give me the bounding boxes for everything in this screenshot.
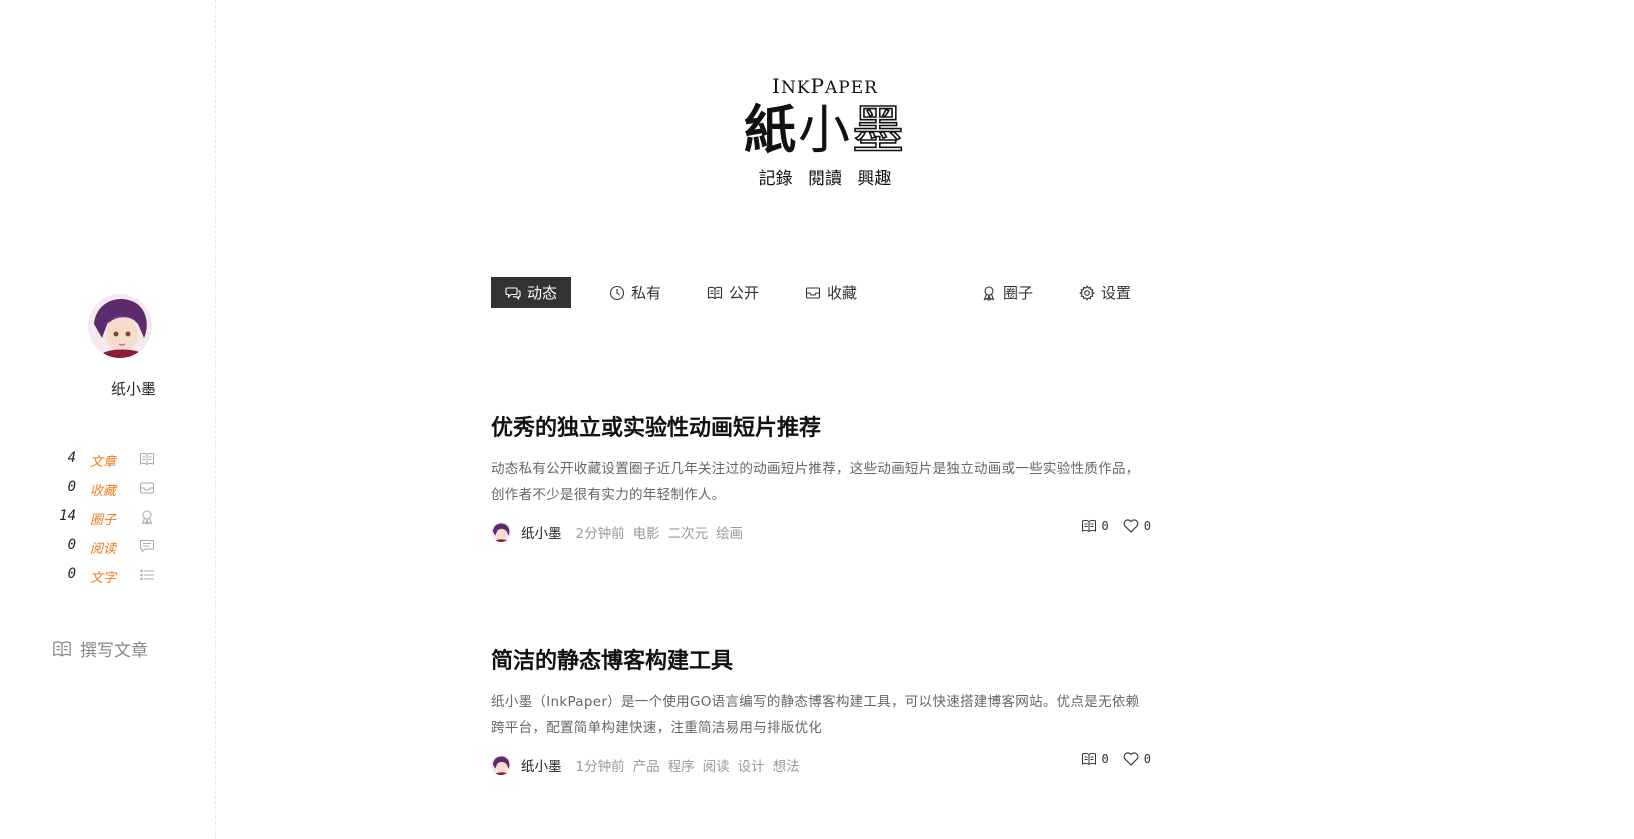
post-time: 1分钟前 <box>575 759 625 775</box>
tab-label: 私有 <box>631 284 662 302</box>
site-logo[interactable]: INKPAPER 紙小墨 記錄 閱讀 興趣 <box>740 74 910 189</box>
clock-icon <box>609 285 625 300</box>
post-title[interactable]: 简洁的静态博客构建工具 <box>491 647 1151 677</box>
stat-count: 0 <box>67 566 76 582</box>
post-meta: 纸小墨 2分钟前 电影 二次元 绘画 0 0 <box>491 518 1151 544</box>
stat-count: 14 <box>59 508 76 524</box>
post-tag[interactable]: 程序 <box>668 755 695 775</box>
book-icon <box>53 640 71 657</box>
stat-count: 0 <box>67 479 76 495</box>
post-card: 简洁的静态博客构建工具 纸小墨（InkPaper）是一个使用GO语言编写的静态博… <box>491 647 1151 777</box>
tab-label: 公开 <box>729 284 760 302</box>
tab-settings[interactable]: 设置 <box>1065 277 1145 308</box>
tab-label: 动态 <box>527 284 558 302</box>
post-tag[interactable]: 想法 <box>773 755 800 775</box>
chat-icon <box>505 286 521 300</box>
stat-label: 文字 <box>90 571 117 586</box>
post-tag[interactable]: 绘画 <box>716 522 743 542</box>
stat-label: 文章 <box>90 455 117 470</box>
tab-label: 设置 <box>1101 284 1132 302</box>
user-name: 纸小墨 <box>110 380 156 398</box>
book-icon <box>140 452 154 466</box>
post-stats: 0 0 <box>1081 751 1151 767</box>
post-tag[interactable]: 二次元 <box>668 522 709 542</box>
logo-subtitle: 記錄 閱讀 興趣 <box>758 169 892 189</box>
post-tag[interactable]: 电影 <box>633 522 660 542</box>
logo-english: INKPAPER <box>772 74 878 98</box>
post-author[interactable]: 纸小墨 <box>521 522 562 542</box>
post-title[interactable]: 优秀的独立或实验性动画短片推荐 <box>491 414 1151 444</box>
write-article-button[interactable]: 撰写文章 <box>52 636 148 661</box>
stat-count: 4 <box>67 450 76 466</box>
post-tag[interactable]: 阅读 <box>703 755 730 775</box>
post-tag[interactable]: 设计 <box>738 755 765 775</box>
stat-favorites[interactable]: 0 收藏 <box>40 477 160 506</box>
heart-icon <box>1123 519 1139 533</box>
tab-label: 收藏 <box>827 284 858 302</box>
avatar[interactable] <box>88 294 152 358</box>
stat-text[interactable]: 0 文字 <box>40 564 160 593</box>
award-icon <box>983 285 995 301</box>
post-meta: 纸小墨 1分钟前 产品 程序 阅读 设计 想法 0 0 <box>491 751 1151 777</box>
stat-reading[interactable]: 0 阅读 <box>40 535 160 564</box>
inbox-icon <box>140 482 154 494</box>
stat-circles[interactable]: 14 圈子 <box>40 506 160 535</box>
read-count[interactable]: 0 <box>1081 751 1109 767</box>
post-card: 优秀的独立或实验性动画短片推荐 动态私有公开收藏设置圈子近几年关注过的动画短片推… <box>491 414 1151 544</box>
sidebar: 纸小墨 4 文章 0 收藏 14 圈子 0 阅读 0 文字 撰写文章 <box>0 0 216 839</box>
inbox-icon <box>805 286 821 299</box>
like-count[interactable]: 0 <box>1123 751 1151 767</box>
read-count[interactable]: 0 <box>1081 518 1109 534</box>
post-tag[interactable]: 产品 <box>633 755 660 775</box>
tab-favorites[interactable]: 收藏 <box>791 277 871 308</box>
tab-circles[interactable]: 圈子 <box>967 277 1047 308</box>
logo-chinese: 紙小墨 <box>743 100 907 162</box>
post-time: 2分钟前 <box>575 526 625 542</box>
gear-icon <box>1079 284 1095 301</box>
book-icon <box>1081 752 1096 766</box>
post-excerpt: 动态私有公开收藏设置圈子近几年关注过的动画短片推荐，这些动画短片是独立动画或一些… <box>491 461 1140 503</box>
comment-icon <box>140 540 154 553</box>
avatar[interactable] <box>491 755 511 775</box>
tab-private[interactable]: 私有 <box>595 277 675 308</box>
stat-articles[interactable]: 4 文章 <box>40 448 160 477</box>
main-nav: 动态 私有 公开 收藏 圈子 设置 <box>491 277 1161 309</box>
stat-label: 收藏 <box>90 484 117 499</box>
award-icon <box>141 510 153 525</box>
post-author[interactable]: 纸小墨 <box>521 755 562 775</box>
book-icon <box>1081 519 1096 533</box>
tab-label: 圈子 <box>1003 284 1034 302</box>
like-count[interactable]: 0 <box>1123 518 1151 534</box>
stat-label: 阅读 <box>90 542 117 557</box>
stats-list: 4 文章 0 收藏 14 圈子 0 阅读 0 文字 <box>40 448 160 593</box>
tab-public[interactable]: 公开 <box>693 277 773 308</box>
book-icon <box>707 286 723 299</box>
list-icon <box>140 569 154 581</box>
heart-icon <box>1123 752 1139 766</box>
write-article-label: 撰写文章 <box>80 641 148 661</box>
post-stats: 0 0 <box>1081 518 1151 534</box>
tab-activity[interactable]: 动态 <box>491 277 572 308</box>
stat-label: 圈子 <box>90 513 117 528</box>
stat-count: 0 <box>67 537 76 553</box>
avatar[interactable] <box>491 522 511 542</box>
post-excerpt: 纸小墨（InkPaper）是一个使用GO语言编写的静态博客构建工具，可以快速搭建… <box>491 694 1140 736</box>
